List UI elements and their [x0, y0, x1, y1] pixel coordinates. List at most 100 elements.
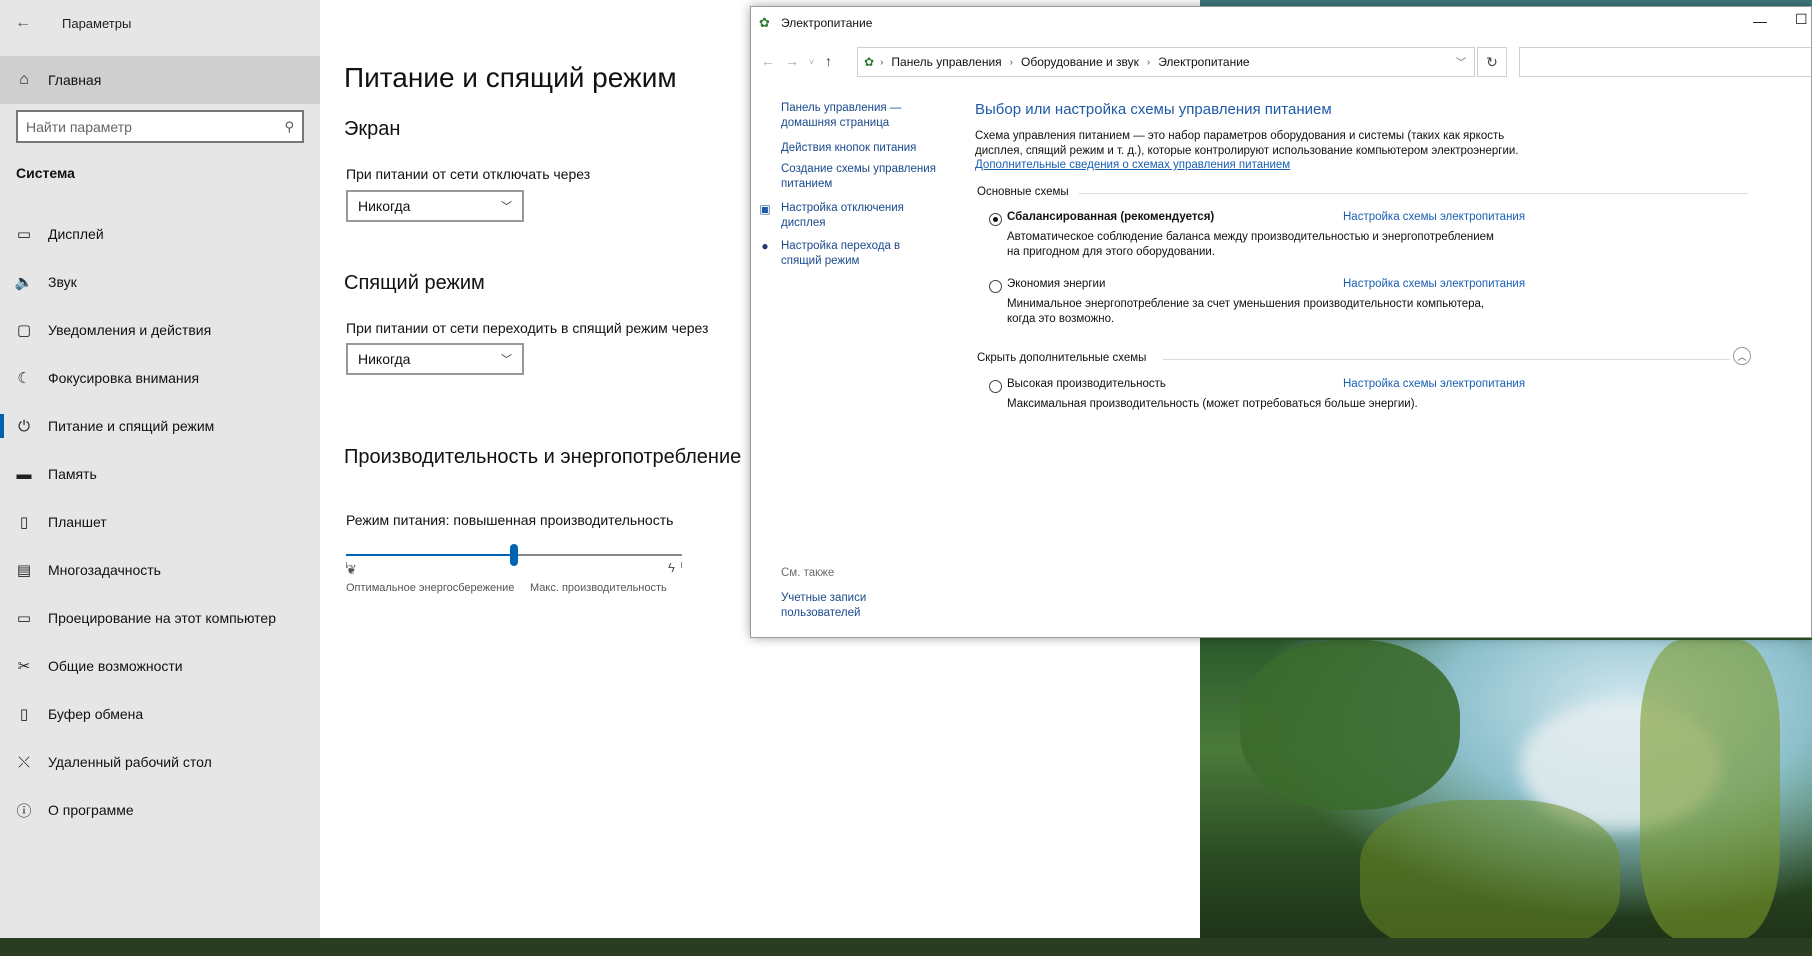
page-title: Питание и спящий режим — [344, 62, 677, 93]
sidebar-item[interactable]: ▯ Буфер обмена — [0, 690, 320, 738]
sidebar-item[interactable]: ▬ Память — [0, 450, 320, 498]
address-bar[interactable]: ✿ › Панель управления › Оборудование и з… — [857, 47, 1475, 77]
sound-icon: 🔈 — [14, 274, 34, 291]
group-main-plans: Основные схемы — [977, 186, 1069, 198]
display-settings-icon: ▣ — [759, 202, 771, 216]
group-divider — [1163, 359, 1730, 360]
sidebar-item[interactable]: ▭ Проецирование на этот компьютер — [0, 594, 320, 642]
wallpaper-rock — [1360, 800, 1620, 956]
radio-power-saver[interactable] — [989, 280, 1002, 293]
settings-search[interactable]: ⚲ — [16, 110, 304, 143]
link-user-accounts[interactable]: Учетные записи пользователей — [781, 591, 866, 621]
change-plan-link-power-saver[interactable]: Настройка схемы электропитания — [1343, 278, 1525, 290]
plan-desc-line: когда это возможно. — [1007, 313, 1115, 325]
wallpaper-foliage — [1240, 640, 1460, 810]
back-button[interactable]: ← — [761, 53, 775, 69]
desktop-bottom-strip — [0, 938, 1812, 956]
control-panel-search[interactable] — [1519, 47, 1811, 77]
sidebar-item[interactable]: ▤ Многозадачность — [0, 546, 320, 594]
radio-balanced[interactable] — [989, 213, 1002, 226]
slider-thumb[interactable] — [510, 544, 518, 566]
breadcrumb-separator-icon: › — [1146, 56, 1151, 68]
sidebar-item[interactable]: ✂ Общие возможности — [0, 642, 320, 690]
link-display-off[interactable]: Настройка отключения дисплея — [781, 201, 904, 231]
back-button[interactable]: ← — [0, 0, 46, 46]
plan-description: Схема управления питанием — это набор па… — [975, 129, 1519, 159]
sidebar-item-label: Питание и спящий режим — [48, 418, 215, 434]
plan-desc-line: Автоматическое соблюдение баланса между … — [1007, 231, 1494, 243]
sidebar-item[interactable]: ▭ Дисплей — [0, 210, 320, 258]
breadcrumb-item[interactable]: Оборудование и звук — [1021, 55, 1139, 69]
power-options-window: ✿ Электропитание — ☐ ← → ˅ ↑ ✿ › Панель … — [750, 6, 1812, 638]
plan-desc-line: Минимальное энергопотребление за счет ум… — [1007, 298, 1485, 310]
refresh-icon: ↻ — [1486, 53, 1498, 70]
screen-timeout-dropdown[interactable]: Никогда ﹀ — [346, 190, 524, 222]
search-input[interactable] — [26, 118, 285, 135]
change-plan-link-high-performance[interactable]: Настройка схемы электропитания — [1343, 378, 1525, 390]
moon-icon: ● — [761, 239, 769, 253]
sidebar-item-label: Звук — [48, 274, 77, 290]
plan-name-power-saver[interactable]: Экономия энергии — [1007, 278, 1105, 290]
content-heading: Выбор или настройка схемы управления пит… — [975, 101, 1332, 118]
sidebar-item-home[interactable]: ⌂ Главная — [0, 56, 320, 104]
plan-name-high-performance[interactable]: Высокая производительность — [1007, 378, 1166, 390]
display-icon: ▭ — [16, 226, 32, 243]
link-create-plan[interactable]: Создание схемы управления питанием — [781, 162, 936, 192]
shared-experiences-icon: ✂ — [17, 658, 31, 675]
up-button[interactable]: ↑ — [825, 53, 832, 69]
multitasking-icon: ▤ — [16, 562, 32, 579]
chevron-up-icon: ︿ — [1737, 351, 1747, 362]
window-title: Электропитание — [781, 16, 873, 30]
sidebar-item[interactable]: ▯ Планшет — [0, 498, 320, 546]
sidebar-item-label: Память — [48, 466, 97, 482]
arrow-left-icon: ← — [15, 14, 31, 31]
more-info-link[interactable]: Дополнительные сведения о схемах управле… — [975, 159, 1290, 171]
breadcrumb-item[interactable]: Электропитание — [1158, 55, 1249, 69]
clipboard-icon: ▯ — [19, 706, 29, 723]
plan-name-balanced[interactable]: Сбалансированная (рекомендуется) — [1007, 211, 1214, 223]
plan-desc-line: на пригодном для этого оборудовании. — [1007, 246, 1216, 258]
change-plan-link-balanced[interactable]: Настройка схемы электропитания — [1343, 211, 1525, 223]
link-power-buttons[interactable]: Действия кнопок питания — [781, 141, 916, 156]
sidebar-item-label: Общие возможности — [48, 658, 183, 674]
sidebar-item[interactable]: ☾ Фокусировка внимания — [0, 354, 320, 402]
sidebar-item[interactable]: ⏻ Питание и спящий режим — [0, 402, 320, 450]
maximize-button[interactable]: ☐ — [1795, 11, 1808, 28]
recent-locations-icon[interactable]: ˅ — [809, 57, 814, 67]
settings-title-bar: ← Параметры — [0, 0, 320, 46]
window-title-bar: ✿ Электропитание — [751, 7, 1811, 39]
breadcrumb-item[interactable]: Панель управления — [891, 55, 1001, 69]
sidebar-item-label: Планшет — [48, 514, 107, 530]
link-sleep-settings[interactable]: Настройка перехода в спящий режим — [781, 239, 900, 269]
search-icon: ⚲ — [284, 118, 294, 134]
storage-icon: ▬ — [16, 465, 32, 483]
focus-assist-icon: ☾ — [17, 370, 31, 387]
link-control-panel-home[interactable]: Панель управления — домашняя страница — [781, 101, 901, 131]
plan-desc-line: Максимальная производительность (может п… — [1007, 398, 1418, 410]
chevron-down-icon[interactable]: ﹀ — [1456, 54, 1466, 69]
minimize-button[interactable]: — — [1753, 13, 1767, 29]
group-divider — [1079, 193, 1748, 194]
tablet-icon: ▯ — [19, 514, 29, 531]
breadcrumb-separator-icon: › — [1009, 56, 1013, 68]
sidebar-item-label: Буфер обмена — [48, 706, 144, 722]
forward-button[interactable]: → — [785, 53, 799, 69]
refresh-button[interactable]: ↻ — [1477, 47, 1507, 77]
sleep-timeout-dropdown[interactable]: Никогда ﹀ — [346, 343, 524, 375]
sidebar-item[interactable]: 🔈 Звук — [0, 258, 320, 306]
collapse-button[interactable]: ︿ — [1733, 347, 1751, 365]
notifications-icon: ▢ — [16, 322, 32, 339]
screen-heading: Экран — [344, 118, 401, 140]
projecting-icon: ▭ — [16, 610, 32, 627]
power-mode-slider[interactable] — [346, 540, 682, 570]
leaf-icon: ❦ — [346, 562, 357, 577]
group-hidden-plans: Скрыть дополнительные схемы — [977, 352, 1147, 364]
plan-desc-power-saver: Минимальное энергопотребление за счет ум… — [1007, 297, 1484, 327]
sidebar-item-label: О программе — [48, 802, 134, 818]
sidebar-item[interactable]: ⓘ О программе — [0, 786, 320, 834]
sidebar-item[interactable]: ▢ Уведомления и действия — [0, 306, 320, 354]
sidebar-item-label: Главная — [48, 72, 102, 88]
radio-high-performance[interactable] — [989, 380, 1002, 393]
plan-desc-high-performance: Максимальная производительность (может п… — [1007, 397, 1418, 412]
sidebar-item[interactable]: ⤬ Удаленный рабочий стол — [0, 738, 320, 786]
